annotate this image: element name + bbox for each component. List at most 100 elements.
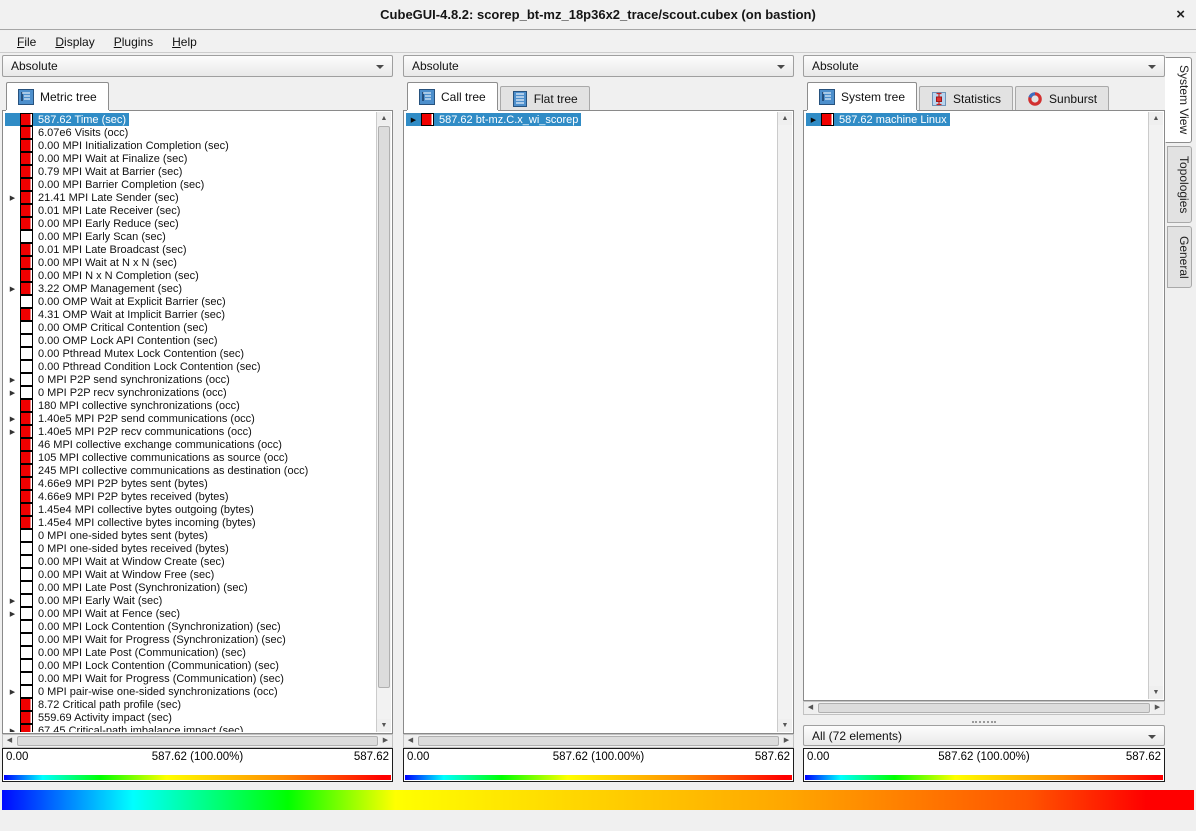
dock-tab-general[interactable]: General: [1167, 226, 1192, 288]
tree-item[interactable]: 0.00 OMP Lock API Contention (sec): [5, 334, 376, 347]
expand-arrow-icon[interactable]: ▶: [5, 610, 20, 618]
system-filter-combobox[interactable]: All (72 elements): [803, 725, 1165, 746]
tree-item[interactable]: ▶0 MPI P2P recv synchronizations (occ): [5, 386, 376, 399]
tree-item[interactable]: ▶67.45 Critical-path imbalance impact (s…: [5, 724, 376, 732]
tree-item[interactable]: ▶0 MPI pair-wise one-sided synchronizati…: [5, 685, 376, 698]
tree-item[interactable]: 587.62 Time (sec): [5, 113, 376, 126]
tree-item[interactable]: 180 MPI collective synchronizations (occ…: [5, 399, 376, 412]
scroll-left-icon[interactable]: ◀: [804, 702, 817, 714]
tree-item[interactable]: 0.79 MPI Wait at Barrier (sec): [5, 165, 376, 178]
tree-item[interactable]: ▶587.62 machine Linux: [806, 113, 1148, 126]
tree-item[interactable]: ▶3.22 OMP Management (sec): [5, 282, 376, 295]
tree-item[interactable]: 0.00 MPI Wait at Window Free (sec): [5, 568, 376, 581]
tree-item[interactable]: 0.00 MPI Wait at Window Create (sec): [5, 555, 376, 568]
expand-arrow-icon[interactable]: ▶: [406, 116, 421, 124]
scroll-up-icon[interactable]: ▲: [377, 112, 391, 125]
tab-system-tree[interactable]: System tree: [807, 82, 917, 110]
tree-item[interactable]: 0.00 MPI Wait for Progress (Synchronizat…: [5, 633, 376, 646]
scrollbar-thumb[interactable]: [418, 736, 779, 746]
scroll-right-icon[interactable]: ▶: [780, 735, 793, 747]
tree-item[interactable]: 4.66e9 MPI P2P bytes sent (bytes): [5, 477, 376, 490]
expand-arrow-icon[interactable]: ▶: [5, 428, 20, 436]
expand-arrow-icon[interactable]: ▶: [5, 389, 20, 397]
tree-item[interactable]: 0.01 MPI Late Receiver (sec): [5, 204, 376, 217]
system-value-mode-combobox[interactable]: Absolute: [803, 55, 1165, 77]
menu-file[interactable]: File: [8, 33, 46, 51]
expand-arrow-icon[interactable]: ▶: [806, 116, 821, 124]
dock-tab-system-view[interactable]: System View: [1165, 57, 1192, 143]
splitter-handle[interactable]: [803, 719, 1165, 724]
tree-item[interactable]: 0.00 Pthread Condition Lock Contention (…: [5, 360, 376, 373]
scroll-right-icon[interactable]: ▶: [1151, 702, 1164, 714]
tree-item[interactable]: 0.00 MPI Wait at Finalize (sec): [5, 152, 376, 165]
scrollbar-thumb[interactable]: [378, 126, 390, 688]
tree-item[interactable]: 0.00 MPI Late Post (Synchronization) (se…: [5, 581, 376, 594]
scrollbar-thumb[interactable]: [818, 703, 1150, 713]
close-icon[interactable]: ×: [1176, 0, 1185, 29]
tree-item[interactable]: 559.69 Activity impact (sec): [5, 711, 376, 724]
scroll-up-icon[interactable]: ▲: [778, 112, 792, 125]
expand-arrow-icon[interactable]: ▶: [5, 688, 20, 696]
tree-item[interactable]: ▶1.40e5 MPI P2P send communications (occ…: [5, 412, 376, 425]
tree-item[interactable]: 46 MPI collective exchange communication…: [5, 438, 376, 451]
metric-horizontal-scrollbar[interactable]: ◀ ▶: [2, 734, 393, 748]
menu-display[interactable]: Display: [46, 33, 104, 51]
tree-item[interactable]: 0.00 MPI Early Scan (sec): [5, 230, 376, 243]
scrollbar-thumb[interactable]: [17, 736, 378, 746]
tree-item[interactable]: 4.66e9 MPI P2P bytes received (bytes): [5, 490, 376, 503]
tab-call-tree[interactable]: Call tree: [407, 82, 498, 110]
scroll-down-icon[interactable]: ▼: [377, 719, 391, 732]
tree-item[interactable]: 0.00 MPI Early Reduce (sec): [5, 217, 376, 230]
scroll-up-icon[interactable]: ▲: [1149, 112, 1163, 125]
expand-arrow-icon[interactable]: ▶: [5, 597, 20, 605]
tree-item[interactable]: 0.00 Pthread Mutex Lock Contention (sec): [5, 347, 376, 360]
tree-item[interactable]: 0.00 OMP Critical Contention (sec): [5, 321, 376, 334]
scroll-down-icon[interactable]: ▼: [1149, 686, 1163, 699]
tree-item[interactable]: 0.01 MPI Late Broadcast (sec): [5, 243, 376, 256]
tree-item[interactable]: ▶1.40e5 MPI P2P recv communications (occ…: [5, 425, 376, 438]
call-horizontal-scrollbar[interactable]: ◀ ▶: [403, 734, 794, 748]
scroll-down-icon[interactable]: ▼: [778, 719, 792, 732]
tree-item[interactable]: 0.00 OMP Wait at Explicit Barrier (sec): [5, 295, 376, 308]
scroll-left-icon[interactable]: ◀: [404, 735, 417, 747]
tree-item[interactable]: 0.00 MPI Wait at N x N (sec): [5, 256, 376, 269]
system-horizontal-scrollbar[interactable]: ◀ ▶: [803, 701, 1165, 715]
tree-item[interactable]: ▶587.62 bt-mz.C.x_wi_scorep: [406, 113, 777, 126]
tab-flat-tree[interactable]: Flat tree: [500, 86, 590, 110]
tree-item[interactable]: 245 MPI collective communications as des…: [5, 464, 376, 477]
tree-item[interactable]: 0.00 MPI Barrier Completion (sec): [5, 178, 376, 191]
tree-item[interactable]: 0.00 MPI Initialization Completion (sec): [5, 139, 376, 152]
tree-item[interactable]: ▶0.00 MPI Wait at Fence (sec): [5, 607, 376, 620]
expand-arrow-icon[interactable]: ▶: [5, 285, 20, 293]
scroll-right-icon[interactable]: ▶: [379, 735, 392, 747]
tree-item[interactable]: 0.00 MPI Late Post (Communication) (sec): [5, 646, 376, 659]
tab-sunburst[interactable]: Sunburst: [1015, 86, 1109, 110]
tree-item[interactable]: 0.00 MPI N x N Completion (sec): [5, 269, 376, 282]
menu-plugins[interactable]: Plugins: [105, 33, 163, 51]
expand-arrow-icon[interactable]: ▶: [5, 194, 20, 202]
tree-item[interactable]: 1.45e4 MPI collective bytes incoming (by…: [5, 516, 376, 529]
tree-item[interactable]: 0 MPI one-sided bytes sent (bytes): [5, 529, 376, 542]
tree-item[interactable]: 0.00 MPI Lock Contention (Synchronizatio…: [5, 620, 376, 633]
tree-item[interactable]: 8.72 Critical path profile (sec): [5, 698, 376, 711]
expand-arrow-icon[interactable]: ▶: [5, 376, 20, 384]
tab-metric-tree[interactable]: Metric tree: [6, 82, 109, 110]
metric-vertical-scrollbar[interactable]: ▲ ▼: [376, 112, 391, 732]
system-vertical-scrollbar[interactable]: ▲ ▼: [1148, 112, 1163, 699]
menu-help[interactable]: Help: [163, 33, 207, 51]
tree-item[interactable]: 0.00 MPI Wait for Progress (Communicatio…: [5, 672, 376, 685]
metric-value-mode-combobox[interactable]: Absolute: [2, 55, 393, 77]
tree-item[interactable]: 105 MPI collective communications as sou…: [5, 451, 376, 464]
tree-item[interactable]: 4.31 OMP Wait at Implicit Barrier (sec): [5, 308, 376, 321]
tree-item[interactable]: 0 MPI one-sided bytes received (bytes): [5, 542, 376, 555]
tree-item[interactable]: 6.07e6 Visits (occ): [5, 126, 376, 139]
call-vertical-scrollbar[interactable]: ▲ ▼: [777, 112, 792, 732]
expand-arrow-icon[interactable]: ▶: [5, 415, 20, 423]
dock-tab-topologies[interactable]: Topologies: [1167, 146, 1192, 223]
call-value-mode-combobox[interactable]: Absolute: [403, 55, 794, 77]
tree-item[interactable]: ▶0.00 MPI Early Wait (sec): [5, 594, 376, 607]
scroll-left-icon[interactable]: ◀: [3, 735, 16, 747]
tree-item[interactable]: 0.00 MPI Lock Contention (Communication)…: [5, 659, 376, 672]
tree-item[interactable]: ▶21.41 MPI Late Sender (sec): [5, 191, 376, 204]
expand-arrow-icon[interactable]: ▶: [5, 727, 20, 733]
